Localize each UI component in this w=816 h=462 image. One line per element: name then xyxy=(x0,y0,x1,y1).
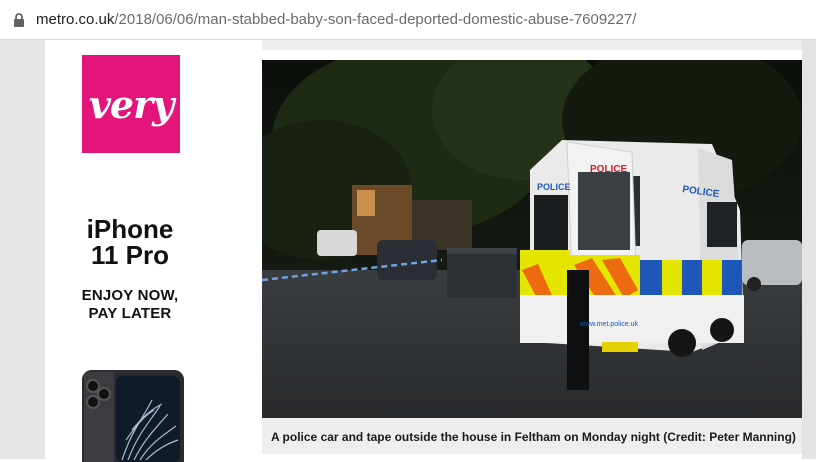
url-path: /2018/06/06/man-stabbed-baby-son-faced-d… xyxy=(114,11,637,28)
ad-headline-line1: iPhone xyxy=(86,214,174,244)
ad-sub-line1: ENJOY NOW, xyxy=(81,287,179,304)
advert-column[interactable]: very iPhone 11 Pro ENJOY NOW, PAY LATER xyxy=(0,40,189,462)
ad-background-strip xyxy=(0,40,45,459)
previous-caption-bar xyxy=(262,40,802,50)
url-domain: metro.co.uk xyxy=(36,11,115,28)
ad-sub-line2: PAY LATER xyxy=(88,305,172,322)
address-bar[interactable]: metro.co.uk/2018/06/06/man-stabbed-baby-… xyxy=(0,0,816,40)
url-text[interactable]: metro.co.uk/2018/06/06/man-stabbed-baby-… xyxy=(36,11,636,28)
ad-headline-line2: 11 Pro xyxy=(90,240,170,270)
image-caption: A police car and tape outside the house … xyxy=(271,430,796,444)
brand-text: very xyxy=(88,81,174,127)
iphone-image[interactable] xyxy=(82,370,184,462)
very-logo[interactable]: very xyxy=(82,55,180,153)
van-door-label: POLICE xyxy=(590,164,628,175)
article-photo[interactable]: POLICE POLICE POLICE www.met.police.uk xyxy=(262,60,802,418)
van-rear-label: POLICE xyxy=(537,182,571,192)
lock-icon xyxy=(14,13,24,27)
page-right-edge xyxy=(802,40,816,459)
van-url-label: www.met.police.uk xyxy=(579,321,638,328)
image-caption-bar: A police car and tape outside the house … xyxy=(262,418,802,454)
